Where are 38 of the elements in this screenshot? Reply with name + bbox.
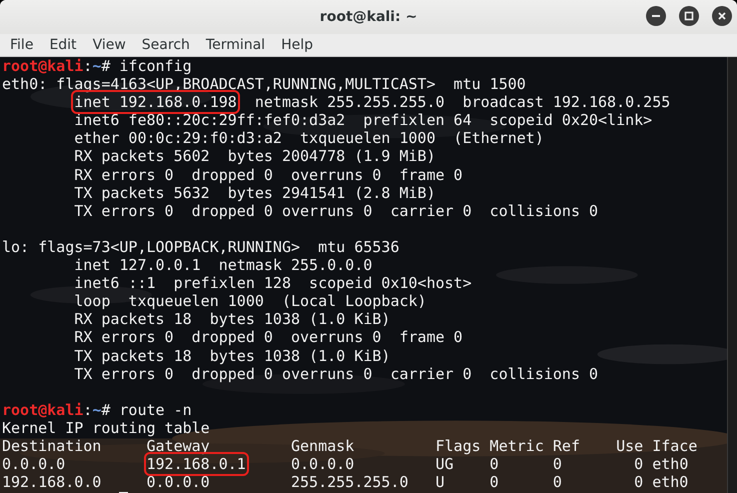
menu-item[interactable]: Terminal xyxy=(198,37,274,53)
minimize-button[interactable] xyxy=(646,6,666,26)
terminal-line: eth0: flags=4163<UP,BROADCAST,RUNNING,MULTICAST> mtu 1500 xyxy=(2,75,526,94)
terminal-line: loop txqueuelen 1000 (Local Loopback) xyxy=(73,292,426,310)
terminal-line: root@kali:~# ifconfig xyxy=(2,57,192,75)
window-title: root@kali: ~ xyxy=(320,9,418,25)
menu-item[interactable]: View xyxy=(84,37,134,53)
menu-item[interactable]: Edit xyxy=(41,37,85,53)
menu-item[interactable]: Help xyxy=(273,37,321,53)
terminal-line: TX packets 5632 bytes 2941541 (2.8 MiB) xyxy=(73,184,436,202)
close-icon xyxy=(717,11,727,21)
terminal-line: TX packets 18 bytes 1038 (1.0 KiB) xyxy=(73,346,390,364)
maximize-button[interactable] xyxy=(679,6,699,26)
terminal-line: lo: flags=73<UP,LOOPBACK,RUNNING> mtu 65536 xyxy=(2,238,400,256)
terminal-text: 0.0.0.0 xyxy=(2,455,66,474)
terminal-line: inet 127.0.0.1 netmask 255.0.0.0 xyxy=(73,256,372,274)
terminal-line: TX errors 0 dropped 0 overruns 0 carrier 0 collisions 0 xyxy=(73,202,598,220)
terminal-line: RX packets 5602 bytes 2004778 (1.9 MiB) xyxy=(73,147,436,166)
terminal-line: RX errors 0 dropped 0 overruns 0 frame 0 xyxy=(73,166,463,184)
terminal-line: inet6 ::1 prefixlen 128 scopeid 0x10<host> xyxy=(73,274,472,292)
terminal-line: RX errors 0 dropped 0 overruns 0 frame 0 xyxy=(73,328,463,346)
menu-item[interactable]: Search xyxy=(134,37,198,53)
terminal-line: root@kali:~# route -n xyxy=(2,400,192,419)
terminal-text: 0.0.0.0 UG 0 0 0 eth0 xyxy=(290,455,688,474)
close-button[interactable] xyxy=(712,6,732,26)
highlighted-text: inet 192.168.0.198 xyxy=(74,93,237,112)
terminal-line: inet6 fe80::20c:29ff:fef0:d3a2 prefixlen 64 scopeid 0x20<link> xyxy=(73,111,652,130)
highlighted-text: 192.168.0.1 xyxy=(146,455,246,474)
maximize-icon xyxy=(684,11,694,21)
terminal-line: ether 00:0c:29:f0:d3:a2 txqueuelen 1000 (Ethernet) xyxy=(73,129,544,148)
terminal-line: 192.168.0.0 0.0.0.0 255.255.255.0 U 0 0 0 eth0 xyxy=(2,473,688,492)
scrollbar[interactable] xyxy=(727,57,737,493)
terminal-line: RX packets 18 bytes 1038 (1.0 KiB) xyxy=(73,310,390,328)
terminal-text: netmask 255.255.255.0 broadcast 192.168.0.255 xyxy=(254,93,670,112)
terminal-line: Destination Gateway Genmask Flags Metric Ref Use Iface xyxy=(2,436,698,455)
terminal-line: Kernel IP routing table xyxy=(2,418,210,437)
menu-item[interactable]: File xyxy=(2,37,42,53)
terminal-line: TX errors 0 dropped 0 overruns 0 carrier 0 collisions 0 xyxy=(73,364,598,383)
